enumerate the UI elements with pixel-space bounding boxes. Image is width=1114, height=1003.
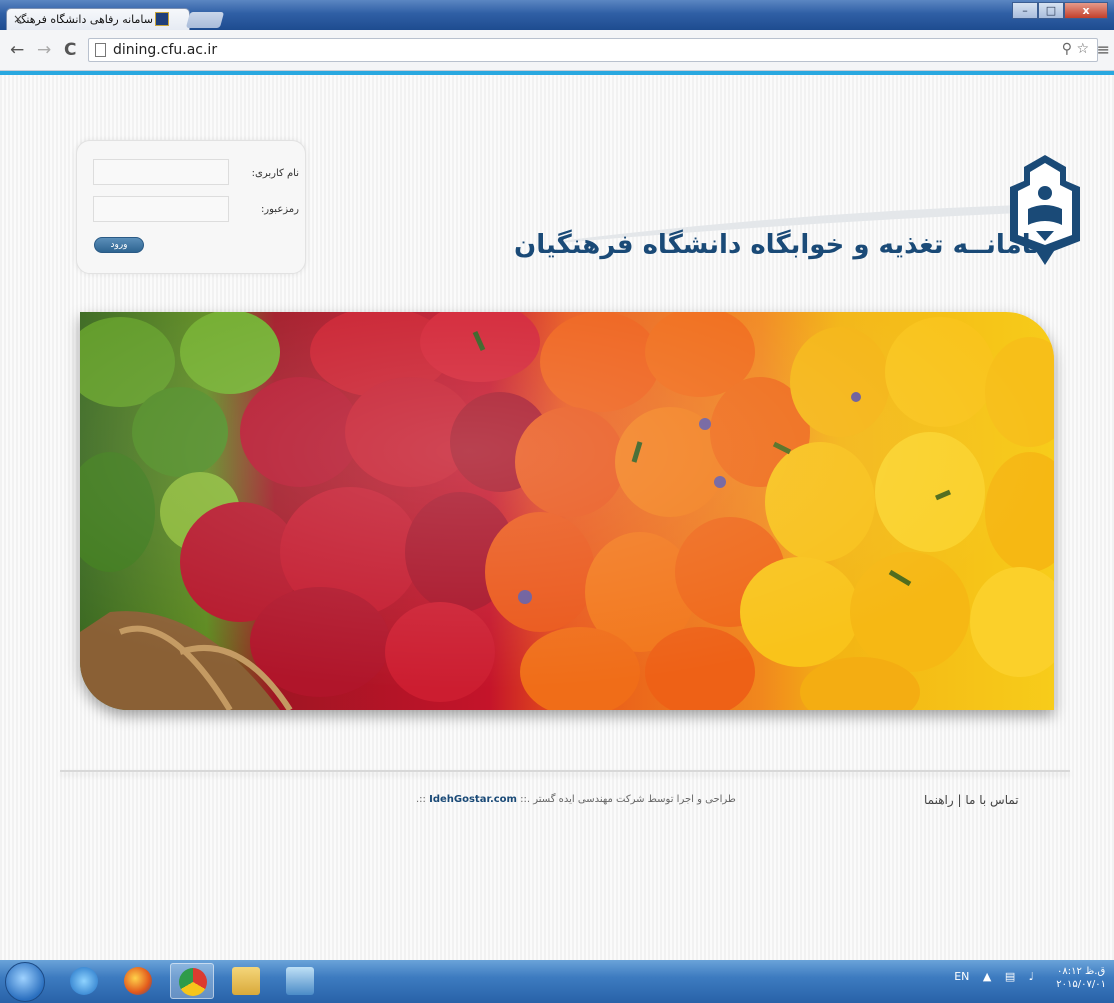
omnibox-actions: ⚲ ☆ xyxy=(1062,41,1089,57)
password-label: رمزعبور: xyxy=(260,204,299,215)
star-icon[interactable]: ☆ xyxy=(1076,41,1089,57)
browser-tab[interactable]: × سامانه رفاهی دانشگاه فرهنگ xyxy=(6,8,190,30)
internet-explorer-icon xyxy=(70,967,98,995)
window-controls: – □ x xyxy=(1012,2,1108,20)
tab-title: سامانه رفاهی دانشگاه فرهنگ xyxy=(16,13,153,26)
site-title: سامانــه تغذیه و خوابگاه دانشگاه فرهنگیا… xyxy=(514,230,1058,260)
browser-toolbar: ← → C dining.cfu.ac.ir ⚲ ☆ ≡ xyxy=(0,30,1114,71)
banner-image xyxy=(80,312,1054,710)
language-indicator[interactable]: EN xyxy=(954,970,969,983)
page-icon xyxy=(95,43,106,57)
footer-credit: طراحی و اجرا توسط شرکت مهندسی ایده گستر … xyxy=(416,794,736,805)
system-tray: EN ▲ ▤ ♩ xyxy=(944,970,1034,983)
username-input[interactable] xyxy=(93,159,229,185)
reload-button[interactable]: C xyxy=(64,40,76,60)
clock-date: ۲۰۱۵/۰۷/۰۱ xyxy=(1056,979,1106,990)
taskbar-firefox[interactable] xyxy=(116,963,160,999)
menu-icon[interactable]: ≡ xyxy=(1097,40,1110,59)
login-box: نام کاربری: رمزعبور: ورود xyxy=(76,140,306,274)
picture-viewer-icon xyxy=(286,967,314,995)
peppers-photo xyxy=(80,312,1054,710)
footer-credit-text: طراحی و اجرا توسط شرکت مهندسی ایده گستر … xyxy=(516,794,736,805)
footer-credit-brand[interactable]: IdehGostar.com xyxy=(429,794,517,805)
firefox-icon xyxy=(124,967,152,995)
chrome-icon xyxy=(179,968,207,996)
taskbar: EN ▲ ▤ ♩ ق.ظ ۰۸:۱۲ ۲۰۱۵/۰۷/۰۱ xyxy=(0,960,1114,1003)
footer-divider xyxy=(60,770,1070,772)
clock-time: ق.ظ ۰۸:۱۲ xyxy=(1057,966,1106,977)
close-window-button[interactable]: x xyxy=(1064,2,1108,19)
network-icon[interactable]: ▤ xyxy=(1005,970,1015,983)
favicon-icon xyxy=(155,12,169,26)
back-button[interactable]: ← xyxy=(10,40,24,60)
login-button[interactable]: ورود xyxy=(94,237,144,253)
taskbar-explorer[interactable] xyxy=(224,963,268,999)
taskbar-picture[interactable] xyxy=(278,963,322,999)
footer-links[interactable]: تماس با ما | راهنما xyxy=(924,793,1019,807)
clock[interactable]: ق.ظ ۰۸:۱۲ ۲۰۱۵/۰۷/۰۱ xyxy=(1056,965,1106,991)
zoom-icon[interactable]: ⚲ xyxy=(1062,41,1072,57)
page-body: نام کاربری: رمزعبور: ورود سامانــه تغذیه… xyxy=(0,75,1114,960)
footer-credit-suffix: ::. xyxy=(416,794,430,805)
url-text[interactable]: dining.cfu.ac.ir xyxy=(113,42,217,58)
new-tab-button[interactable] xyxy=(185,12,225,28)
maximize-button[interactable]: □ xyxy=(1038,2,1064,19)
minimize-button[interactable]: – xyxy=(1012,2,1038,19)
taskbar-ie[interactable] xyxy=(62,963,106,999)
tray-expand-icon[interactable]: ▲ xyxy=(983,970,991,983)
taskbar-chrome[interactable] xyxy=(170,963,214,999)
folder-icon xyxy=(232,967,260,995)
browser-titlebar: × سامانه رفاهی دانشگاه فرهنگ – □ x xyxy=(0,0,1114,30)
volume-icon[interactable]: ♩ xyxy=(1029,970,1034,983)
start-button[interactable] xyxy=(5,962,45,1002)
username-label: نام کاربری: xyxy=(251,168,299,179)
forward-button[interactable]: → xyxy=(37,40,51,60)
address-bar[interactable]: dining.cfu.ac.ir ⚲ ☆ xyxy=(88,38,1098,62)
password-input[interactable] xyxy=(93,196,229,222)
